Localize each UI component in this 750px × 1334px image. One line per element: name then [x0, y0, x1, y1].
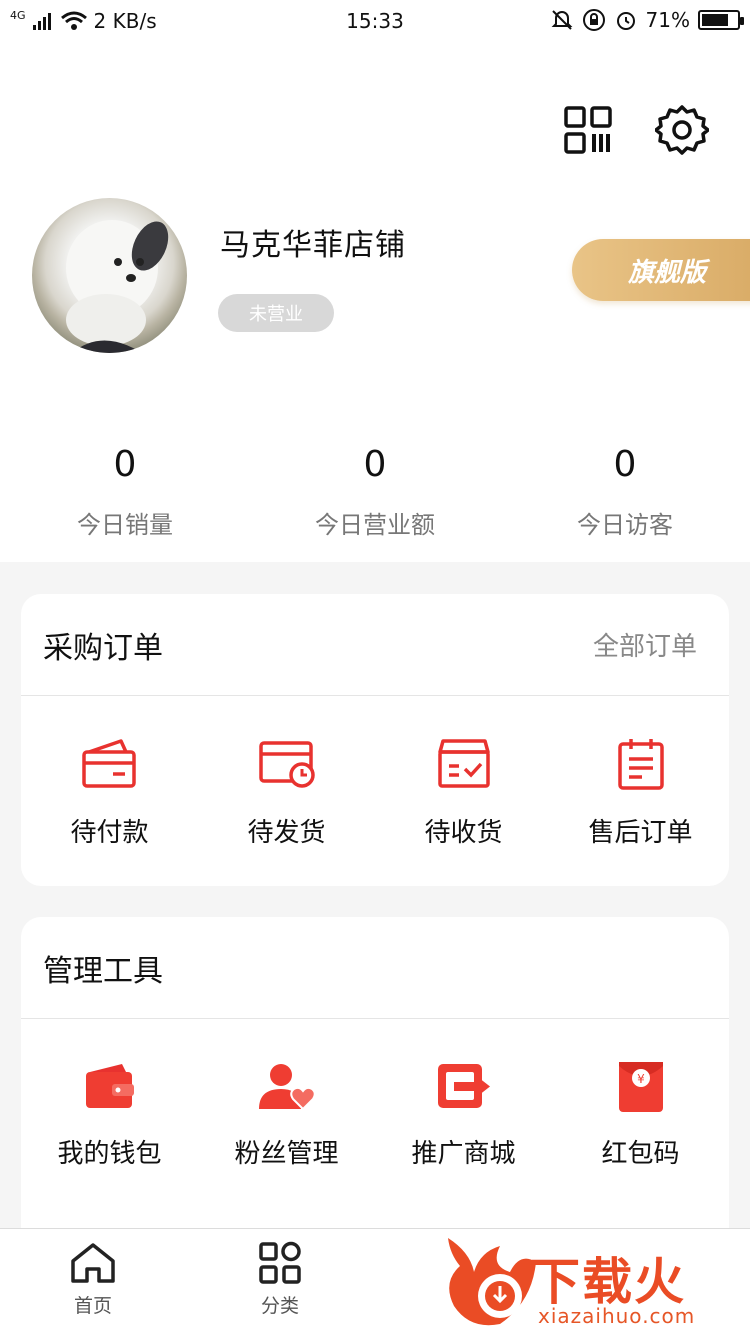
card-title: 管理工具 [43, 953, 163, 989]
order-pending-payment[interactable]: 待付款 [21, 734, 198, 849]
stat-visitors[interactable]: 0 今日访客 [500, 439, 750, 540]
tab-label: 分类 [260, 1295, 299, 1317]
order-pending-receipt[interactable]: 待收货 [375, 734, 552, 849]
card-header: 管理工具 [21, 917, 729, 1019]
puppy-photo [66, 220, 169, 353]
shop-status-badge: 未营业 [218, 294, 334, 332]
order-status-label: 待发货 [247, 818, 326, 848]
management-tools-card: 管理工具 我的钱包 粉丝管理 推广商城 ¥ 红包码 [21, 917, 729, 1257]
svg-text:¥: ¥ [637, 1072, 645, 1086]
shop-name: 马克华菲店铺 [220, 228, 406, 263]
order-status-label: 售后订单 [588, 818, 693, 848]
stat-revenue[interactable]: 0 今日营业额 [250, 439, 500, 540]
stat-label: 今日销量 [77, 511, 173, 539]
tab-label: 首页 [73, 1295, 112, 1317]
battery-icon [698, 10, 744, 30]
red-envelope-icon: ¥ [611, 1057, 671, 1117]
stat-label: 今日访客 [577, 511, 673, 539]
order-after-sales[interactable]: 售后订单 [552, 734, 729, 849]
watermark-domain: xiazaihuo.com [538, 1304, 696, 1328]
wallet-icon [80, 1057, 140, 1117]
tool-red-envelope-code[interactable]: ¥ 红包码 [552, 1057, 729, 1170]
category-icon [259, 1241, 301, 1284]
user-heart-icon [257, 1057, 317, 1117]
order-status-label: 待收货 [424, 818, 503, 848]
tool-label: 粉丝管理 [234, 1139, 339, 1169]
gear-icon [655, 105, 709, 155]
tool-promote-mall[interactable]: 推广商城 [375, 1057, 552, 1170]
alarm-icon [616, 12, 635, 30]
order-status-grid: 待付款 待发货 待收货 售后订单 [21, 696, 729, 849]
qr-code-icon [564, 106, 612, 154]
flame-logo-icon [448, 1238, 536, 1326]
tool-label: 红包码 [601, 1139, 680, 1169]
tool-wallet[interactable]: 我的钱包 [21, 1057, 198, 1170]
tab-category[interactable]: 分类 [235, 1241, 325, 1318]
status-bar: 4G 2 KB/s 15:33 71% [0, 0, 750, 44]
stat-sales[interactable]: 0 今日销量 [0, 439, 250, 540]
share-arrow-icon [434, 1057, 494, 1117]
vip-badge[interactable]: 旗舰版 [572, 239, 750, 301]
shop-avatar[interactable] [32, 198, 187, 353]
tab-home[interactable]: 首页 [48, 1241, 138, 1318]
card-title: 采购订单 [43, 630, 163, 666]
clipboard-list-icon [611, 734, 671, 794]
settings-button[interactable] [654, 102, 710, 158]
shop-header: 马克华菲店铺 未营业 旗舰版 0 今日销量 0 今日营业额 0 今日访客 [0, 44, 750, 562]
qr-code-button[interactable] [560, 102, 616, 158]
tool-fans[interactable]: 粉丝管理 [198, 1057, 375, 1170]
card-header: 采购订单 全部订单 [21, 594, 729, 696]
order-status-label: 待付款 [70, 818, 149, 848]
rotation-lock-icon [582, 9, 605, 31]
purchase-orders-card: 采购订单 全部订单 待付款 待发货 待收货 售后订单 [21, 594, 729, 886]
app-screen: 4G 2 KB/s 15:33 71% 马克华菲店铺 未营业 旗舰版 0 今日销… [0, 0, 750, 1334]
home-icon [71, 1243, 115, 1283]
stat-label: 今日营业额 [315, 511, 435, 539]
status-right: 71% [550, 8, 744, 32]
tool-label: 我的钱包 [57, 1139, 162, 1169]
tool-label: 推广商城 [411, 1139, 516, 1169]
all-orders-link[interactable]: 全部订单 [593, 626, 697, 663]
today-stats: 0 今日销量 0 今日营业额 0 今日访客 [0, 439, 750, 540]
battery-percent: 71% [645, 8, 690, 32]
watermark: 下载火 xiazaihuo.com [440, 1232, 750, 1334]
tools-grid: 我的钱包 粉丝管理 推广商城 ¥ 红包码 [21, 1019, 729, 1170]
card-clock-icon [257, 734, 317, 794]
mute-icon [551, 10, 572, 30]
order-pending-shipment[interactable]: 待发货 [198, 734, 375, 849]
stat-value: 0 [113, 444, 137, 485]
card-wallet-icon [80, 734, 140, 794]
box-check-icon [434, 734, 494, 794]
stat-value: 0 [363, 444, 387, 485]
stat-value: 0 [613, 444, 637, 485]
